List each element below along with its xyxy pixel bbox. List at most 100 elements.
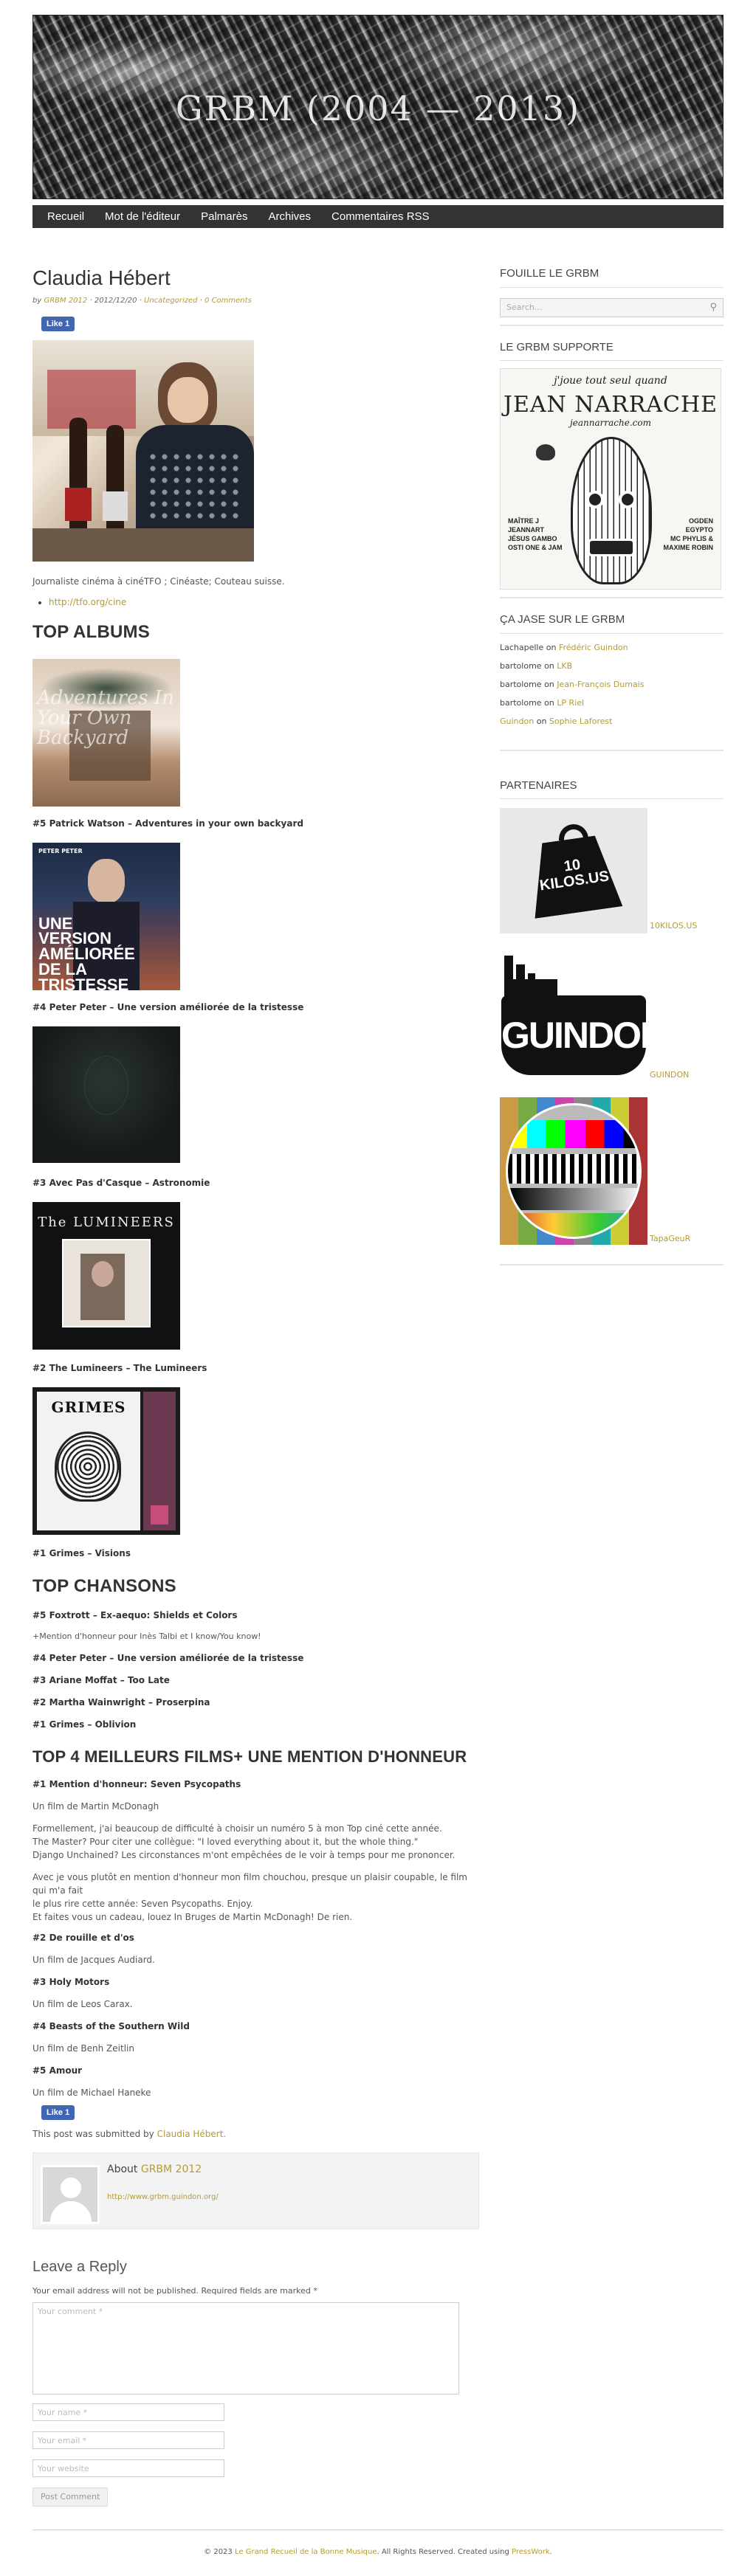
partner-tapageur[interactable]: TapaGeuR — [500, 1097, 724, 1245]
site-title[interactable]: GRBM (2004 — 2013) — [33, 83, 723, 134]
film-4-director: Un film de Benh Zeitlin — [32, 2043, 134, 2054]
site-header-banner[interactable]: GRBM (2004 — 2013) — [32, 15, 724, 199]
poster-left-4: OSTI ONE & JAM — [508, 544, 563, 552]
chanson-1: #1 Grimes – Oblivion — [32, 1719, 137, 1730]
film-5-heading: #5 Amour — [32, 2065, 83, 2076]
film-para1-line1: Formellement, j'ai beaucoup de difficult… — [32, 1823, 442, 1834]
nav-item-archives[interactable]: Archives — [258, 205, 321, 228]
poster-left-1: MAÎTRE J — [508, 517, 540, 525]
film-4-heading: #4 Beasts of the Southern Wild — [32, 2021, 190, 2032]
footer-text: . All Rights Reserved. Created using — [377, 2548, 509, 2556]
comment-on: on — [544, 679, 554, 689]
partner-link-10kilos[interactable]: 10KILOS.US — [650, 920, 697, 933]
nav-item-mot-editeur[interactable]: Mot de l'éditeur — [94, 205, 190, 228]
film-2-director: Un film de Jacques Audiard. — [32, 1955, 155, 1966]
comment-textarea[interactable]: Your comment * — [32, 2302, 459, 2394]
comments-link[interactable]: 0 Comments — [205, 297, 252, 305]
sidebar: FOUILLE LE GRBM Search... ⚲ LE GRBM SUPP… — [500, 266, 724, 1265]
comment-post-link[interactable]: Frédéric Guindon — [559, 643, 628, 652]
recent-comment: bartolome on LKB — [500, 657, 724, 675]
category-link[interactable]: Uncategorized — [144, 297, 197, 305]
about-url-link[interactable]: http://www.grbm.guindon.org/ — [107, 2192, 219, 2203]
main-nav: Recueil Mot de l'éditeur Palmarès Archiv… — [32, 205, 724, 228]
album-cover-lumineers[interactable]: The LUMINEERS — [32, 1201, 180, 1350]
footer-copyright: © 2023 — [204, 2548, 233, 2556]
submitted-author-link[interactable]: Claudia Hébert. — [157, 2129, 227, 2139]
nav-item-recueil[interactable]: Recueil — [37, 205, 94, 228]
bio-link[interactable]: http://tfo.org/cine — [49, 597, 126, 607]
partner-10kilos[interactable]: 10 KILOS.US 10KILOS.US — [500, 808, 724, 933]
comment-on: on — [544, 660, 554, 671]
about-heading: About GRBM 2012 — [107, 2162, 202, 2178]
footer-end: . — [549, 2548, 552, 2556]
facebook-like-button[interactable]: Like 1 — [41, 316, 75, 331]
facebook-like-button-bottom[interactable]: Like 1 — [41, 2105, 75, 2121]
post-meta: by GRBM 2012 · 2012/12/20 · Uncategorize… — [32, 296, 252, 305]
author-link[interactable]: GRBM 2012 — [44, 297, 87, 305]
post-comment-button[interactable]: Post Comment — [32, 2487, 109, 2507]
comment-on: on — [544, 697, 554, 708]
film-1-director: Un film de Martin McDonagh — [32, 1801, 159, 1812]
album-caption-2: #2 The Lumineers – The Lumineers — [32, 1362, 207, 1373]
comment-post-link[interactable]: LP Riel — [557, 698, 584, 708]
comment-post-link[interactable]: Jean-François Dumais — [557, 680, 644, 689]
film-3-heading: #3 Holy Motors — [32, 1977, 110, 1988]
peter-title-art: UNE VERSION AMÉLIORÉE DE LA TRISTESSE — [38, 914, 135, 990]
film-2-heading: #2 De rouille et d'os — [32, 1933, 134, 1944]
comment-author: bartolome — [500, 697, 542, 708]
album-cover-avec-pas-dcasque[interactable] — [32, 1026, 180, 1163]
name-input[interactable]: Your name * — [32, 2403, 224, 2421]
kilos-logo: 10 KILOS.US — [500, 808, 647, 933]
top-albums-heading: TOP ALBUMS — [32, 621, 150, 642]
author-box: About GRBM 2012 http://www.grbm.guindon.… — [32, 2152, 479, 2230]
chanson-mention: +Mention d'honneur pour Inès Talbi et I … — [32, 1631, 261, 1641]
supporte-widget-title: LE GRBM SUPPORTE — [500, 339, 724, 361]
about-author-link[interactable]: GRBM 2012 — [141, 2164, 202, 2175]
comment-author-link[interactable]: Guindon — [500, 716, 534, 726]
comment-post-link[interactable]: Sophie Laforest — [549, 716, 613, 726]
album-caption-1: #1 Grimes – Visions — [32, 1547, 131, 1558]
poster-mask-icon — [571, 437, 652, 584]
nav-item-palmares[interactable]: Palmarès — [190, 205, 258, 228]
comment-author: bartolome — [500, 679, 542, 689]
recent-comment: bartolome on Jean-François Dumais — [500, 675, 724, 694]
author-photo — [32, 339, 254, 562]
search-widget-title: FOUILLE LE GRBM — [500, 266, 724, 288]
album-cover-peter-peter[interactable]: PETER PETER UNE VERSION AMÉLIORÉE DE LA … — [32, 842, 180, 990]
post-title: Claudia Hébert — [32, 266, 171, 289]
email-input[interactable]: Your email * — [32, 2431, 224, 2449]
footer: © 2023 Le Grand Recueil de la Bonne Musi… — [32, 2530, 724, 2558]
album-cover-watson[interactable]: Adventures In Your Own Backyard — [32, 658, 180, 807]
partner-link-guindon[interactable]: GUINDON — [650, 1069, 689, 1082]
film-para1-line3: Django Unchained? Les circonstances m'on… — [32, 1850, 456, 1861]
partner-link-tapageur[interactable]: TapaGeuR — [650, 1233, 690, 1246]
website-input[interactable]: Your website — [32, 2459, 224, 2477]
recent-comment: Guindon on Sophie Laforest — [500, 712, 724, 731]
chanson-4: #4 Peter Peter – Une version améliorée d… — [32, 1653, 304, 1664]
nav-item-rss[interactable]: Commentaires RSS — [321, 205, 440, 228]
chanson-5: #5 Foxtrott – Ex-aequo: Shields et Color… — [32, 1609, 238, 1620]
page: GRBM (2004 — 2013) Recueil Mot de l'édit… — [32, 15, 724, 2576]
film-3-director: Un film de Leos Carax. — [32, 1999, 133, 2010]
comment-author: bartolome — [500, 660, 542, 671]
album-caption-4: #4 Peter Peter – Une version améliorée d… — [32, 1001, 304, 1012]
film-5-director: Un film de Michael Haneke — [32, 2088, 151, 2099]
author-avatar — [41, 2165, 100, 2225]
film-para1-line2: The Master? Pour citer une collègue: "I … — [32, 1837, 419, 1848]
search-icon[interactable]: ⚲ — [709, 300, 717, 315]
meta-by: by — [32, 296, 42, 305]
footer-theme-link[interactable]: PressWork — [512, 2548, 550, 2556]
album-cover-grimes[interactable]: GRIMES — [32, 1387, 180, 1535]
footer-site-link[interactable]: Le Grand Recueil de la Bonne Musique — [235, 2548, 377, 2556]
chanson-3: #3 Ariane Moffat – Too Late — [32, 1675, 170, 1686]
poster-left-3: JÉSUS GAMBO — [508, 535, 557, 543]
search-input[interactable]: Search... ⚲ — [500, 297, 724, 317]
supporte-poster[interactable]: j'joue tout seul quand JEAN NARRACHE jea… — [500, 368, 721, 590]
poster-right-2: EGYPTO — [685, 526, 713, 534]
lumineers-title-art: The LUMINEERS — [38, 1214, 175, 1230]
comment-post-link[interactable]: LKB — [557, 661, 572, 671]
test-card-logo — [500, 1097, 647, 1245]
partner-guindon[interactable]: GUINDON GUINDON — [500, 950, 724, 1082]
poster-right-1: OGDEN — [688, 517, 713, 525]
grimes-title-art: GRIMES — [51, 1398, 126, 1416]
